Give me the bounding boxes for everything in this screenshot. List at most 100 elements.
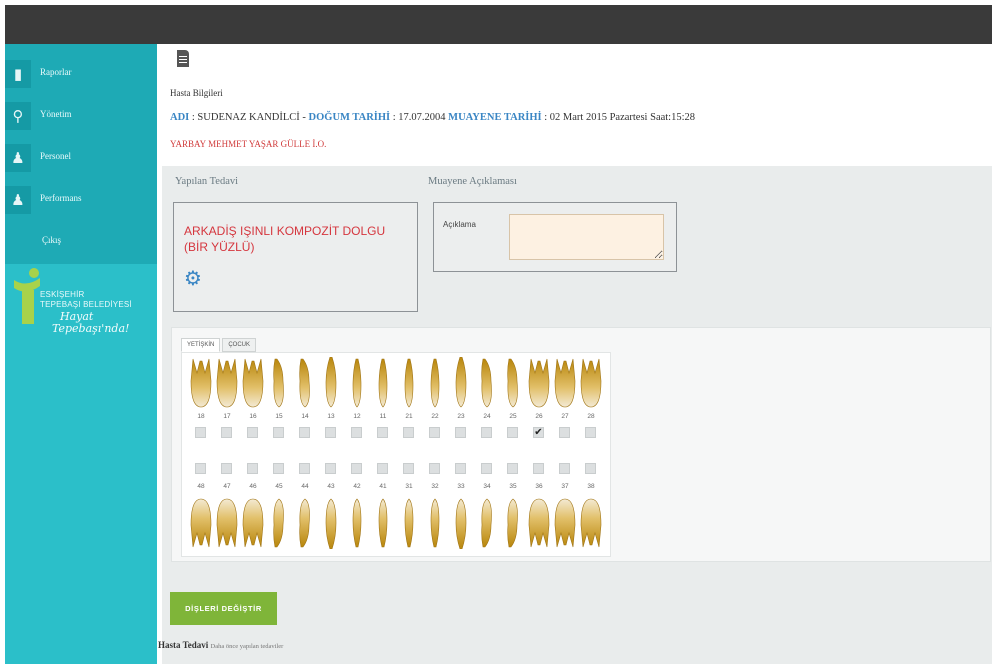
tooth-checkbox[interactable] [325,427,336,438]
tooth-image [325,498,337,549]
tooth-checkbox[interactable] [351,463,362,474]
clinic-name: YARBAY MEHMET YAŞAR GÜLLE İ.O. [170,139,327,149]
tooth-17[interactable]: 17 [215,357,239,447]
tooth-checkbox[interactable] [481,427,492,438]
tooth-image [455,498,467,549]
tooth-12[interactable]: 12 [345,357,369,447]
tooth-15[interactable]: 15 [267,357,291,447]
tooth-image [242,498,264,548]
tooth-image [216,498,238,548]
tooth-checkbox[interactable] [247,463,258,474]
tooth-checkbox[interactable] [325,463,336,474]
tooth-image [455,357,467,408]
tooth-checkbox[interactable] [299,463,310,474]
tooth-checkbox[interactable] [221,463,232,474]
tooth-44[interactable]: 44 [293,459,317,549]
tooth-checkbox[interactable] [559,427,570,438]
sidebar-item-cikis[interactable]: Çıkış [5,222,157,262]
tooth-22[interactable]: 22 [423,357,447,447]
tooth-checkbox[interactable] [507,463,518,474]
tooth-checkbox[interactable] [247,427,258,438]
tooth-34[interactable]: 34 [475,459,499,549]
sidebar-item-raporlar[interactable]: ▮ Raporlar [5,54,157,94]
tooth-number: 48 [197,483,205,490]
sidebar-item-performans[interactable]: ♟ Performans [5,180,157,220]
tooth-checkbox[interactable] [351,427,362,438]
tooth-checkbox[interactable] [221,427,232,438]
tooth-checkbox[interactable] [585,427,596,438]
tooth-37[interactable]: 37 [553,459,577,549]
tooth-48[interactable]: 48 [189,459,213,549]
tooth-11[interactable]: 11 [371,357,395,447]
tab-yetiskin[interactable]: YETİŞKİN [181,338,221,352]
tooth-25[interactable]: 25 [501,357,525,447]
tooth-checkbox[interactable] [507,427,518,438]
tooth-42[interactable]: 42 [345,459,369,549]
tooth-checkbox[interactable] [273,427,284,438]
tooth-checkbox[interactable] [455,427,466,438]
tooth-checkbox[interactable] [481,463,492,474]
tooth-checkbox[interactable] [455,463,466,474]
tooth-45[interactable]: 45 [267,459,291,549]
exam-date-label: MUAYENE TARİHİ [448,112,542,123]
tooth-checkbox[interactable] [403,427,414,438]
tooth-checkbox[interactable] [559,463,570,474]
tooth-41[interactable]: 41 [371,459,395,549]
tooth-checkbox[interactable] [195,427,206,438]
tooth-checkbox[interactable] [299,427,310,438]
exam-notes-textarea[interactable] [509,214,664,260]
sidebar-item-yonetim[interactable]: ⚲ Yönetim [5,96,157,136]
tooth-31[interactable]: 31 [397,459,421,549]
tooth-image [190,358,212,408]
tooth-checkbox[interactable] [377,463,388,474]
tooth-35[interactable]: 35 [501,459,525,549]
tooth-checkbox[interactable] [429,427,440,438]
tooth-checkbox[interactable] [377,427,388,438]
user-group-icon: ♟ [5,186,31,214]
tooth-number: 28 [587,413,595,420]
tooth-number: 21 [405,413,413,420]
teeth-tabs: YETİŞKİN ÇOCUK [181,338,258,352]
tooth-16[interactable]: 16 [241,357,265,447]
tooth-number: 44 [301,483,309,490]
tooth-image [580,358,602,408]
tooth-image [430,498,440,548]
tooth-14[interactable]: 14 [293,357,317,447]
gear-icon[interactable]: ⚙ [184,267,206,289]
tooth-checkbox[interactable] [403,463,414,474]
tooth-33[interactable]: 33 [449,459,473,549]
sidebar-item-personel[interactable]: ♟ Personel [5,138,157,178]
change-teeth-button[interactable]: DİŞLERİ DEĞİŞTİR [170,592,277,625]
tooth-46[interactable]: 46 [241,459,265,549]
tooth-checkbox[interactable] [429,463,440,474]
tooth-24[interactable]: 24 [475,357,499,447]
tooth-checkbox[interactable] [273,463,284,474]
tooth-image [273,498,284,548]
tooth-27[interactable]: 27 [553,357,577,447]
tooth-18[interactable]: 18 [189,357,213,447]
tooth-checkbox[interactable] [533,463,544,474]
tooth-checkbox[interactable] [195,463,206,474]
tooth-43[interactable]: 43 [319,459,343,549]
tooth-number: 46 [249,483,257,490]
tooth-47[interactable]: 47 [215,459,239,549]
tooth-checkbox[interactable]: ✔ [533,427,544,438]
tab-cocuk[interactable]: ÇOCUK [222,338,257,352]
tooth-number: 24 [483,413,491,420]
tooth-number: 35 [509,483,517,490]
tooth-38[interactable]: 38 [579,459,603,549]
tooth-21[interactable]: 21 [397,357,421,447]
tooth-23[interactable]: 23 [449,357,473,447]
tooth-36[interactable]: 36 [527,459,551,549]
tooth-28[interactable]: 28 [579,357,603,447]
logo-slogan-2: Tepebaşı'nda! [52,322,130,335]
tooth-32[interactable]: 32 [423,459,447,549]
tooth-26[interactable]: 26 ✔ [527,357,551,447]
logo-line-1: ESKİŞEHİR [40,290,85,299]
document-icon [177,50,189,67]
tooth-checkbox[interactable] [585,463,596,474]
tooth-13[interactable]: 13 [319,357,343,447]
user-group-icon: ♟ [5,144,31,172]
tooth-number: 32 [431,483,439,490]
exam-notes-section-label: Muayene Açıklaması [428,176,517,187]
